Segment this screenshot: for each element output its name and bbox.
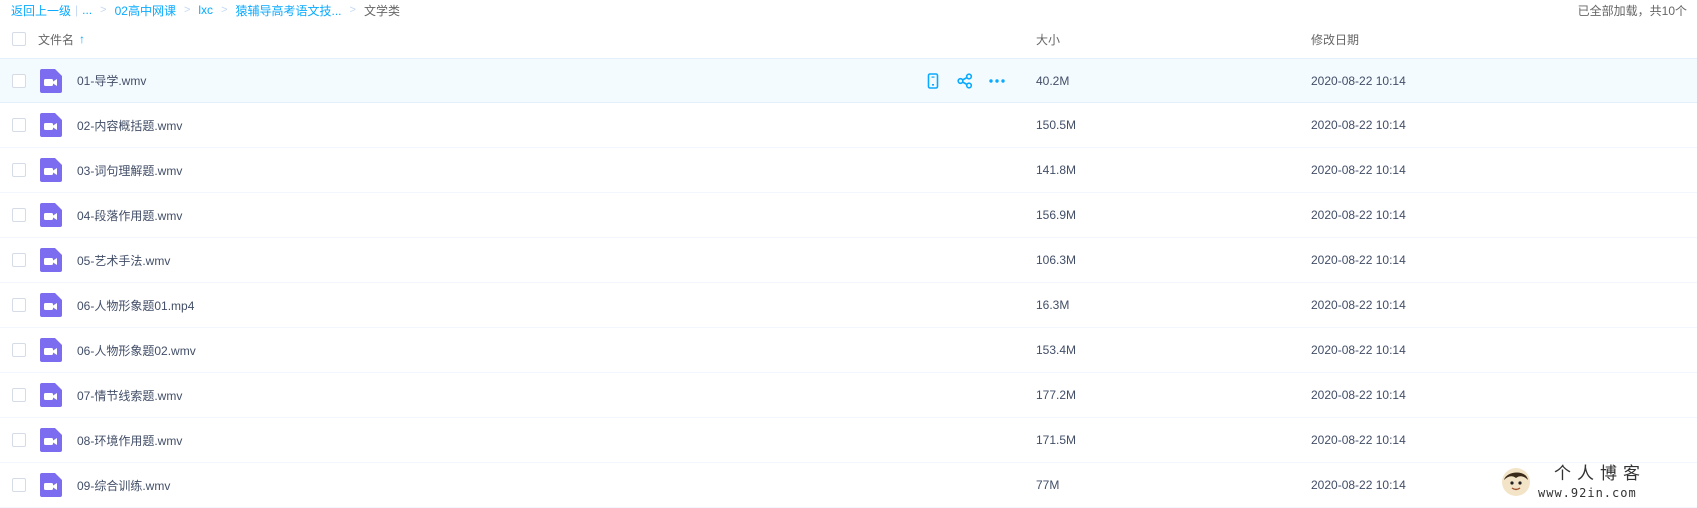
table-row[interactable]: 06-人物形象题02.wmv 153.4M 2020-08-22 10:14: [0, 328, 1697, 373]
table-row[interactable]: 02-内容概括题.wmv 150.5M 2020-08-22 10:14: [0, 103, 1697, 148]
file-size: 171.5M: [1036, 433, 1077, 447]
row-checkbox[interactable]: [12, 388, 26, 402]
file-date: 2020-08-22 10:14: [1311, 298, 1406, 312]
video-file-icon: [40, 428, 62, 452]
breadcrumb-ellipsis[interactable]: ...: [82, 3, 92, 17]
table-row[interactable]: 05-艺术手法.wmv 106.3M 2020-08-22 10:14: [0, 238, 1697, 283]
breadcrumb-item[interactable]: 猿辅导高考语文技...: [236, 2, 342, 19]
row-checkbox[interactable]: [12, 208, 26, 222]
file-date: 2020-08-22 10:14: [1311, 478, 1406, 492]
file-date: 2020-08-22 10:14: [1311, 118, 1406, 132]
video-file-icon: [40, 248, 62, 272]
video-file-icon: [40, 383, 62, 407]
file-size: 106.3M: [1036, 253, 1077, 267]
column-header-name[interactable]: 文件名 ↑: [38, 31, 85, 48]
share-icon[interactable]: [956, 72, 974, 90]
file-size: 156.9M: [1036, 208, 1077, 222]
table-row[interactable]: 09-综合训练.wmv 77M 2020-08-22 10:14: [0, 463, 1697, 508]
table-row[interactable]: 04-段落作用题.wmv 156.9M 2020-08-22 10:14: [0, 193, 1697, 238]
breadcrumb-item[interactable]: 02高中网课: [115, 2, 176, 19]
file-name[interactable]: 04-段落作用题.wmv: [77, 207, 182, 224]
more-icon[interactable]: [988, 72, 1006, 90]
table-row[interactable]: 06-人物形象题01.mp4 16.3M 2020-08-22 10:14: [0, 283, 1697, 328]
row-checkbox[interactable]: [12, 343, 26, 357]
file-date: 2020-08-22 10:14: [1311, 208, 1406, 222]
row-actions: [924, 72, 1006, 90]
avatar-icon: [1502, 468, 1530, 496]
file-name[interactable]: 05-艺术手法.wmv: [77, 252, 170, 269]
file-name[interactable]: 09-综合训练.wmv: [77, 477, 170, 494]
file-date: 2020-08-22 10:14: [1311, 163, 1406, 177]
file-date: 2020-08-22 10:14: [1311, 433, 1406, 447]
breadcrumb-separator: >: [183, 4, 191, 16]
load-status: 已全部加载，共10个: [1577, 3, 1687, 18]
file-size: 16.3M: [1036, 298, 1070, 312]
row-checkbox[interactable]: [12, 73, 26, 88]
video-file-icon: [40, 293, 62, 317]
file-date: 2020-08-22 10:14: [1311, 253, 1406, 267]
file-size: 150.5M: [1036, 118, 1077, 132]
table-row[interactable]: 01-导学.wmv 40.2M 2020-08-22 10:14: [0, 58, 1697, 103]
back-link[interactable]: 返回上一级: [11, 2, 71, 19]
breadcrumb: 返回上一级 | ... > 02高中网课 > lxc > 猿辅导高考语文技...…: [11, 2, 400, 19]
file-name[interactable]: 07-情节线索题.wmv: [77, 387, 182, 404]
breadcrumb-separator: >: [100, 4, 107, 16]
file-size: 40.2M: [1036, 73, 1070, 88]
file-size: 141.8M: [1036, 163, 1077, 177]
watermark: 个人博客 www.92in.com: [1500, 462, 1692, 502]
file-date: 2020-08-22 10:14: [1311, 388, 1406, 402]
file-size: 77M: [1036, 478, 1060, 492]
row-checkbox[interactable]: [12, 298, 26, 312]
breadcrumb-item[interactable]: lxc: [198, 3, 213, 17]
row-checkbox[interactable]: [12, 253, 26, 267]
breadcrumb-separator: >: [221, 4, 228, 16]
file-name[interactable]: 03-词句理解题.wmv: [77, 162, 182, 179]
file-list: 01-导学.wmv 40.2M 2020-08-22 10:14 02-内容概括…: [0, 58, 1697, 508]
video-file-icon: [40, 203, 62, 227]
row-checkbox[interactable]: [12, 163, 26, 177]
table-header: 文件名 ↑ 大小 修改日期: [0, 20, 1697, 58]
file-name[interactable]: 06-人物形象题01.mp4: [77, 297, 194, 314]
watermark-text: 个人博客 www.92in.com: [1538, 463, 1646, 500]
row-checkbox[interactable]: [12, 433, 26, 447]
file-name[interactable]: 01-导学.wmv: [77, 72, 146, 89]
sort-arrow-icon: ↑: [79, 32, 86, 46]
breadcrumb-divider: |: [75, 3, 79, 17]
column-header-size[interactable]: 大小: [1036, 31, 1060, 48]
video-file-icon: [40, 473, 62, 497]
file-name[interactable]: 06-人物形象题02.wmv: [77, 342, 196, 359]
video-file-icon: [40, 338, 62, 362]
table-row[interactable]: 03-词句理解题.wmv 141.8M 2020-08-22 10:14: [0, 148, 1697, 193]
select-all-checkbox[interactable]: [12, 32, 26, 46]
breadcrumb-current: 文学类: [363, 3, 400, 18]
file-date: 2020-08-22 10:14: [1311, 343, 1406, 357]
file-size: 153.4M: [1036, 343, 1077, 357]
video-file-icon: [40, 113, 62, 137]
column-header-date[interactable]: 修改日期: [1311, 31, 1359, 48]
video-file-icon: [40, 158, 62, 182]
row-checkbox[interactable]: [12, 478, 26, 492]
table-row[interactable]: 07-情节线索题.wmv 177.2M 2020-08-22 10:14: [0, 373, 1697, 418]
file-date: 2020-08-22 10:14: [1311, 73, 1406, 88]
video-file-icon: [40, 68, 62, 93]
breadcrumb-separator: >: [349, 4, 356, 16]
watermark-title: 个人博客: [1554, 463, 1646, 484]
column-header-name-label: 文件名: [38, 32, 75, 47]
file-name[interactable]: 08-环境作用题.wmv: [77, 432, 182, 449]
phone-icon[interactable]: [924, 72, 942, 90]
row-checkbox[interactable]: [12, 118, 26, 132]
watermark-url: www.92in.com: [1538, 485, 1637, 500]
file-size: 177.2M: [1036, 388, 1077, 402]
table-row[interactable]: 08-环境作用题.wmv 171.5M 2020-08-22 10:14: [0, 418, 1697, 463]
top-bar: 返回上一级 | ... > 02高中网课 > lxc > 猿辅导高考语文技...…: [0, 0, 1697, 20]
file-name[interactable]: 02-内容概括题.wmv: [77, 117, 182, 134]
